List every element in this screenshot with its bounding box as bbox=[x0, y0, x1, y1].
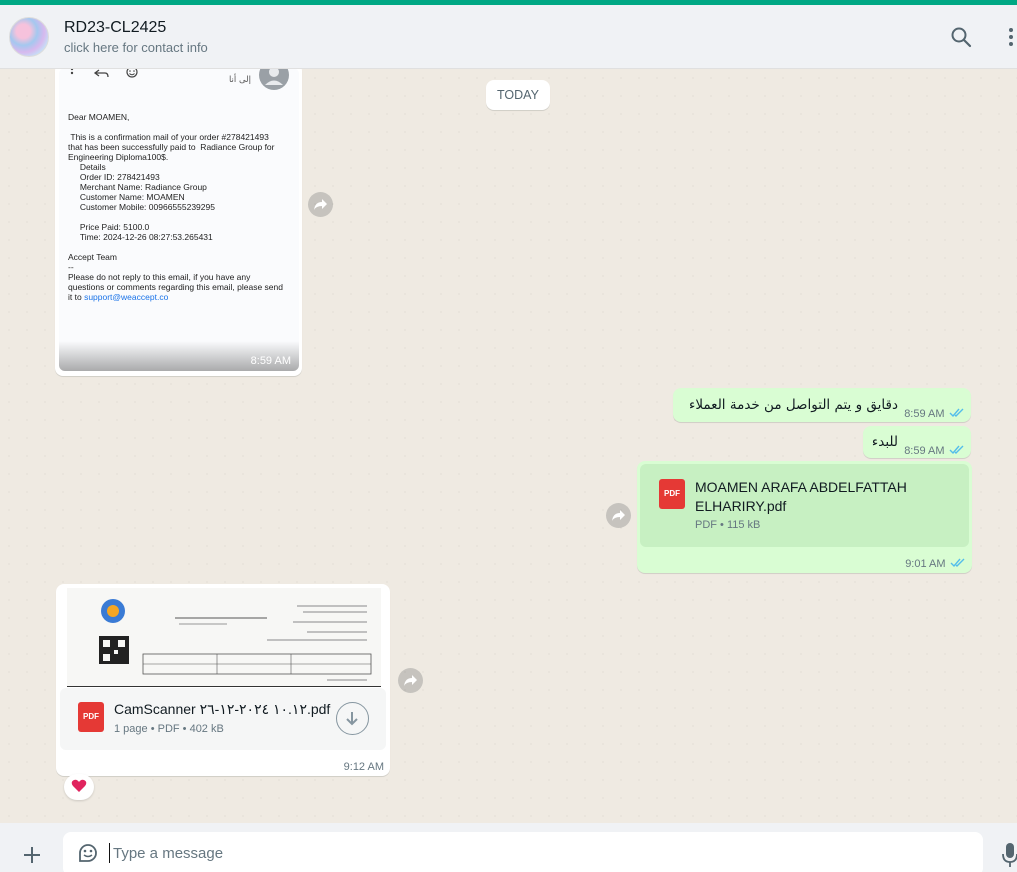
download-icon[interactable] bbox=[336, 702, 369, 735]
forward-icon[interactable] bbox=[606, 503, 631, 528]
pdf-icon: PDF bbox=[659, 479, 685, 509]
message-text: للبدء bbox=[871, 434, 898, 450]
avatar[interactable] bbox=[9, 17, 49, 57]
email-details: Details Order ID: 278421493 Merchant Nam… bbox=[79, 162, 215, 242]
message-time: 9:01 AM bbox=[905, 558, 946, 570]
read-receipt-icon bbox=[950, 558, 965, 568]
message-time: 8:59 AM bbox=[904, 408, 945, 420]
sticker-icon[interactable] bbox=[77, 842, 99, 864]
mic-icon[interactable] bbox=[1001, 842, 1017, 868]
message-time: 9:12 AM bbox=[343, 761, 384, 773]
heart-reaction-icon[interactable] bbox=[64, 774, 94, 800]
scanned-document-preview bbox=[99, 599, 372, 681]
email-greeting: Dear MOAMEN, bbox=[68, 112, 130, 122]
message-time: 8:59 AM bbox=[250, 355, 291, 367]
read-receipt-icon bbox=[949, 408, 964, 418]
email-screenshot[interactable]: إلى أنا Dear MOAMEN, This is a confirmat… bbox=[59, 69, 299, 371]
outgoing-message[interactable]: دقايق و يتم التواصل من خدمة العملاء 8:59… bbox=[673, 388, 971, 422]
forward-icon[interactable] bbox=[308, 192, 333, 217]
email-toolbar bbox=[68, 69, 158, 78]
menu-icon[interactable] bbox=[1000, 25, 1017, 49]
contact-info-link[interactable]: click here for contact info bbox=[64, 40, 208, 55]
text-caret bbox=[109, 843, 110, 863]
message-input-box[interactable]: Type a message bbox=[63, 832, 983, 872]
message-text: دقايق و يتم التواصل من خدمة العملاء bbox=[688, 397, 898, 413]
forward-icon[interactable] bbox=[398, 668, 423, 693]
support-email-link[interactable]: support@weaccept.co bbox=[84, 292, 168, 302]
document-meta: 1 page • PDF • 402 kB bbox=[114, 723, 224, 735]
search-icon[interactable] bbox=[949, 25, 973, 49]
recipient-label: إلى أنا bbox=[228, 75, 251, 85]
email-paragraph: This is a confirmation mail of your orde… bbox=[68, 132, 275, 162]
outgoing-document-message[interactable]: PDF MOAMEN ARAFA ABDELFATTAH ELHARIRY.pd… bbox=[637, 461, 972, 573]
document-filename: CamScanner ١٠.١٢ ٢٠٢٤-١٢-٢٦.pdf bbox=[114, 701, 331, 717]
document-preview[interactable] bbox=[67, 588, 381, 687]
document-filename: MOAMEN ARAFA ABDELFATTAH ELHARIRY.pdf bbox=[695, 479, 907, 514]
email-body: Dear MOAMEN, This is a confirmation mail… bbox=[68, 112, 294, 302]
chat-area[interactable]: TODAY إلى أنا Dear MOAMEN, This is a con… bbox=[0, 69, 1017, 823]
message-time: 8:59 AM bbox=[904, 445, 945, 457]
read-receipt-icon bbox=[949, 445, 964, 455]
document-meta: PDF • 115 kB bbox=[695, 519, 761, 531]
document-card[interactable]: PDF CamScanner ١٠.١٢ ٢٠٢٤-١٢-٢٦.pdf 1 pa… bbox=[60, 688, 386, 750]
outgoing-message[interactable]: للبدء 8:59 AM bbox=[863, 426, 971, 458]
email-image-message[interactable]: إلى أنا Dear MOAMEN, This is a confirmat… bbox=[55, 69, 302, 376]
message-input-placeholder[interactable]: Type a message bbox=[113, 845, 223, 862]
pdf-icon: PDF bbox=[78, 702, 104, 732]
chat-header[interactable]: RD23-CL2425 click here for contact info bbox=[0, 5, 1017, 69]
incoming-document-message[interactable]: PDF CamScanner ١٠.١٢ ٢٠٢٤-١٢-٢٦.pdf 1 pa… bbox=[56, 584, 390, 776]
message-composer: Type a message bbox=[0, 823, 1017, 872]
contact-name[interactable]: RD23-CL2425 bbox=[64, 19, 166, 37]
plus-icon[interactable] bbox=[21, 844, 43, 866]
sender-avatar bbox=[259, 69, 289, 90]
date-chip: TODAY bbox=[486, 80, 550, 110]
document-card[interactable]: PDF MOAMEN ARAFA ABDELFATTAH ELHARIRY.pd… bbox=[640, 464, 969, 547]
